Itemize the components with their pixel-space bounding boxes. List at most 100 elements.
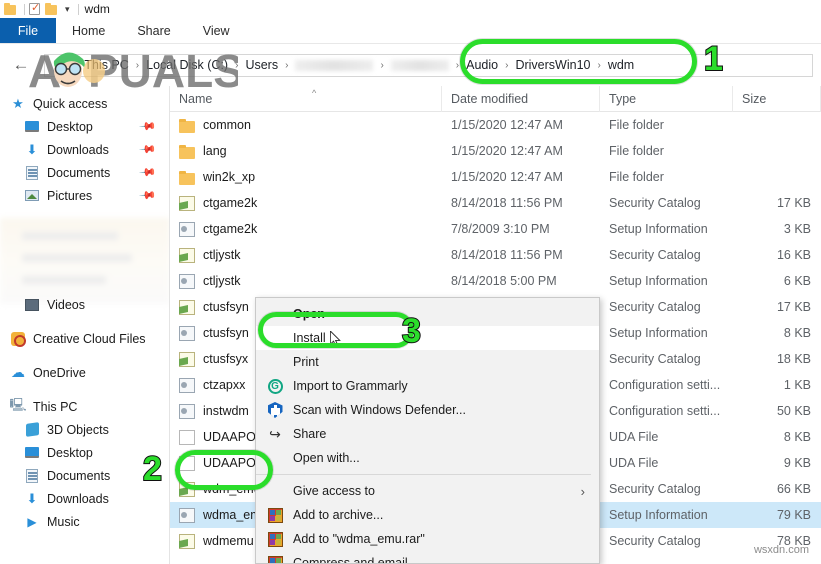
generic-file-icon — [179, 429, 195, 445]
table-row[interactable]: win2k_xp 1/15/2020 12:47 AM File folder — [170, 164, 821, 190]
column-header-label: Name — [179, 91, 213, 106]
sidebar-item-onedrive[interactable]: ☁ OneDrive — [0, 361, 169, 384]
breadcrumb[interactable]: › This PC › Local Disk (C:) › Users › › … — [44, 53, 813, 77]
menu-item-print[interactable]: Print — [256, 350, 599, 374]
breadcrumb-separator: › — [380, 59, 384, 71]
pin-icon[interactable]: 📌 — [139, 140, 158, 159]
tab-share[interactable]: Share — [121, 18, 186, 43]
file-size-cell: 66 KB — [776, 482, 811, 496]
back-button[interactable]: ← — [8, 55, 34, 75]
breadcrumb-separator: › — [235, 59, 239, 71]
pin-icon[interactable]: 📌 — [139, 186, 158, 205]
properties-icon[interactable] — [29, 1, 42, 16]
file-name-label: lang — [203, 144, 227, 158]
file-type-cell: File folder — [609, 118, 664, 132]
file-type-cell: File folder — [609, 170, 664, 184]
menu-item-install[interactable]: Install — [256, 326, 599, 350]
table-row[interactable]: common 1/15/2020 12:47 AM File folder — [170, 112, 821, 138]
menu-item-scan-with-windows-defender[interactable]: Scan with Windows Defender... — [256, 398, 599, 422]
breadcrumb-this-pc[interactable]: This PC — [82, 58, 130, 72]
catalog-icon — [179, 299, 195, 315]
file-name-label: ctusfsyx — [203, 352, 249, 366]
table-row[interactable]: ctgame2k 8/14/2018 11:56 PM Security Catal… — [170, 190, 821, 216]
column-header-date-modified[interactable]: Date modified — [442, 86, 600, 112]
pin-icon[interactable]: 📌 — [139, 163, 158, 182]
file-name-label: UDAAPO3 — [203, 430, 263, 444]
breadcrumb-local-disk[interactable]: Local Disk (C:) — [144, 58, 230, 72]
desktop-icon — [24, 445, 40, 461]
file-date-cell: 1/15/2020 12:47 AM — [451, 118, 563, 132]
breadcrumb-users[interactable]: Users — [243, 58, 280, 72]
navigation-pane: ★ Quick access Desktop 📌 ⬇ Downloads 📌 D… — [0, 86, 170, 564]
sidebar-item-music[interactable]: ▶ Music — [0, 510, 169, 533]
menu-item-add-to-archive[interactable]: Add to archive... — [256, 503, 599, 527]
file-size-cell — [733, 112, 821, 138]
sidebar-item-pictures[interactable]: Pictures 📌 — [0, 184, 169, 207]
new-folder-icon[interactable] — [45, 2, 58, 16]
sidebar-redacted-region — [0, 218, 169, 304]
defender-icon — [266, 401, 284, 419]
sidebar-item-label: Creative Cloud Files — [33, 331, 146, 346]
tab-view[interactable]: View — [187, 18, 246, 43]
file-date-cell: 1/15/2020 12:47 AM — [451, 170, 563, 184]
customize-caret-icon[interactable]: ▾ — [65, 4, 70, 15]
download-icon: ⬇ — [26, 490, 38, 506]
sidebar-item-this-pc[interactable]: 🖳 This PC — [0, 395, 169, 418]
menu-item-open-with[interactable]: Open with... — [256, 446, 599, 470]
sidebar-item-3d-objects[interactable]: 3D Objects — [0, 418, 169, 441]
menu-item-label: Add to "wdma_emu.rar" — [293, 532, 425, 546]
no-icon — [266, 353, 284, 371]
breadcrumb-redacted-user[interactable] — [295, 59, 374, 71]
file-name-label: ctzapxx — [203, 378, 246, 392]
column-header-type[interactable]: Type — [600, 86, 733, 112]
menu-item-give-access-to[interactable]: Give access to › — [256, 479, 599, 503]
column-header-name[interactable]: Name ^ — [170, 86, 442, 112]
table-row[interactable]: lang 1/15/2020 12:47 AM File folder — [170, 138, 821, 164]
address-bar: ← › This PC › Local Disk (C:) › Users › … — [0, 44, 821, 86]
menu-item-import-to-grammarly[interactable]: G Import to Grammarly — [256, 374, 599, 398]
file-size-cell: 8 KB — [783, 430, 811, 444]
ribbon-tab-bar: File Home Share View — [0, 18, 821, 44]
file-type-cell: UDA File — [609, 456, 659, 470]
menu-item-add-to-wdma-emu-rar[interactable]: Add to "wdma_emu.rar" — [256, 527, 599, 551]
file-name-label: ctgame2k — [203, 222, 258, 236]
catalog-icon — [179, 195, 195, 211]
sidebar-item-quick-access[interactable]: ★ Quick access — [0, 92, 169, 115]
breadcrumb-redacted-folder[interactable] — [390, 59, 449, 71]
desktop-icon — [24, 119, 40, 135]
breadcrumb-wdm[interactable]: wdm — [606, 58, 636, 72]
sidebar-item-videos[interactable]: Videos — [0, 293, 169, 316]
file-name-label: ctljystk — [203, 274, 241, 288]
table-row[interactable]: ctljystk 8/14/2018 5:00 PM Setup Informati… — [170, 268, 821, 294]
breadcrumb-audio[interactable]: Audio — [464, 58, 500, 72]
menu-item-label: Give access to — [293, 484, 375, 498]
file-name-label: win2k_xp — [203, 170, 256, 184]
tab-file[interactable]: File — [0, 18, 56, 43]
menu-item-label: Add to archive... — [293, 508, 384, 522]
table-row[interactable]: ctljystk 8/14/2018 11:56 PM Security Catal… — [170, 242, 821, 268]
breadcrumb-driverswin10[interactable]: DriversWin10 — [513, 58, 592, 72]
menu-item-open[interactable]: Open — [256, 302, 599, 326]
sidebar-item-downloads-2[interactable]: ⬇ Downloads — [0, 487, 169, 510]
menu-item-compress-and-email[interactable]: Compress and email... — [256, 551, 599, 564]
table-row[interactable]: ctgame2k 7/8/2009 3:10 PM Setup Informatio… — [170, 216, 821, 242]
menu-item-share[interactable]: ↪ Share — [256, 422, 599, 446]
window-title: wdm — [84, 2, 110, 16]
file-size-cell: 18 KB — [776, 352, 811, 366]
context-menu[interactable]: Open Install Print G Import to Grammarly Scan… — [255, 297, 600, 564]
menu-item-label: Compress and email... — [293, 556, 419, 564]
sidebar-item-label: Music — [47, 514, 80, 529]
sidebar-item-documents[interactable]: Documents 📌 — [0, 161, 169, 184]
file-name-cell: ctgame2k — [170, 216, 442, 242]
file-date-cell: 1/15/2020 12:47 AM — [451, 144, 563, 158]
sidebar-item-desktop[interactable]: Desktop 📌 — [0, 115, 169, 138]
file-name-label: common — [203, 118, 251, 132]
tab-home[interactable]: Home — [56, 18, 121, 43]
sidebar-item-creative-cloud-files[interactable]: Creative Cloud Files — [0, 327, 169, 350]
sidebar-item-downloads[interactable]: ⬇ Downloads 📌 — [0, 138, 169, 161]
file-date-cell: 8/14/2018 11:56 PM — [451, 196, 563, 210]
column-header-size[interactable]: Size — [733, 86, 821, 112]
star-icon: ★ — [12, 95, 24, 111]
pin-icon[interactable]: 📌 — [139, 117, 158, 136]
folder-icon[interactable] — [4, 2, 17, 16]
